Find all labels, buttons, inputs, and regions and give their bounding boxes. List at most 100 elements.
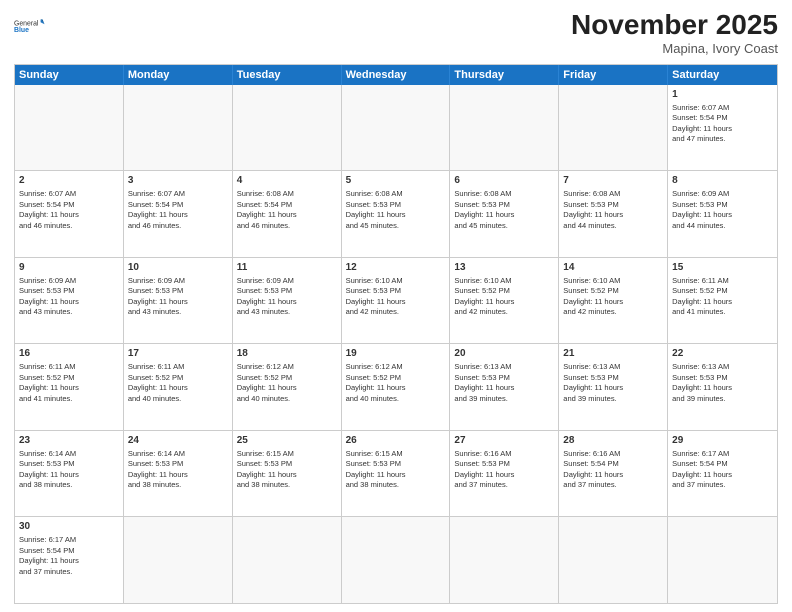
- calendar-cell: 26Sunrise: 6:15 AM Sunset: 5:53 PM Dayli…: [342, 431, 451, 517]
- svg-text:Blue: Blue: [14, 27, 29, 34]
- cell-info: Sunrise: 6:07 AM Sunset: 5:54 PM Dayligh…: [672, 103, 773, 145]
- cell-info: Sunrise: 6:12 AM Sunset: 5:52 PM Dayligh…: [237, 362, 337, 404]
- cell-info: Sunrise: 6:09 AM Sunset: 5:53 PM Dayligh…: [19, 276, 119, 318]
- calendar-cell: 27Sunrise: 6:16 AM Sunset: 5:53 PM Dayli…: [450, 431, 559, 517]
- calendar-cell: 21Sunrise: 6:13 AM Sunset: 5:53 PM Dayli…: [559, 344, 668, 430]
- calendar-cell: [450, 85, 559, 171]
- cell-info: Sunrise: 6:09 AM Sunset: 5:53 PM Dayligh…: [672, 189, 773, 231]
- day-number: 28: [563, 434, 663, 448]
- day-number: 14: [563, 261, 663, 275]
- calendar-cell: [559, 85, 668, 171]
- logo: General Blue: [14, 10, 46, 42]
- day-number: 20: [454, 347, 554, 361]
- day-number: 8: [672, 174, 773, 188]
- calendar-cell: 17Sunrise: 6:11 AM Sunset: 5:52 PM Dayli…: [124, 344, 233, 430]
- calendar-row: 23 Sunrise: 6:14 AM Sunset: 5:53 PM Dayli…: [15, 430, 777, 517]
- day-number: 18: [237, 347, 337, 361]
- cell-info: Sunrise: 6:11 AM Sunset: 5:52 PM Dayligh…: [672, 276, 773, 318]
- cell-info: Sunrise: 6:13 AM Sunset: 5:53 PM Dayligh…: [454, 362, 554, 404]
- calendar-cell: 22Sunrise: 6:13 AM Sunset: 5:53 PM Dayli…: [668, 344, 777, 430]
- calendar-cell: 23Sunrise: 6:14 AM Sunset: 5:53 PM Dayli…: [15, 431, 124, 517]
- calendar-cell: [15, 85, 124, 171]
- day-number: 19: [346, 347, 446, 361]
- calendar-cell: 13Sunrise: 6:10 AM Sunset: 5:52 PM Dayli…: [450, 258, 559, 344]
- weekday-header: Thursday: [450, 65, 559, 85]
- calendar-cell: 25Sunrise: 6:15 AM Sunset: 5:53 PM Dayli…: [233, 431, 342, 517]
- cell-info: Sunrise: 6:07 AM Sunset: 5:54 PM Dayligh…: [19, 189, 119, 231]
- cell-info: Sunrise: 6:08 AM Sunset: 5:54 PM Dayligh…: [237, 189, 337, 231]
- header: General Blue November 2025 Mapina, Ivory…: [14, 10, 778, 56]
- day-number: 11: [237, 261, 337, 275]
- cell-info: Sunrise: 6:08 AM Sunset: 5:53 PM Dayligh…: [454, 189, 554, 231]
- svg-text:General: General: [14, 20, 39, 27]
- cell-info: Sunrise: 6:14 AM Sunset: 5:53 PM Dayligh…: [128, 449, 228, 491]
- cell-info: Sunrise: 6:15 AM Sunset: 5:53 PM Dayligh…: [346, 449, 446, 491]
- calendar-body: 1Sunrise: 6:07 AM Sunset: 5:54 PM Daylig…: [15, 85, 777, 603]
- cell-info: Sunrise: 6:13 AM Sunset: 5:53 PM Dayligh…: [563, 362, 663, 404]
- calendar-cell: 14Sunrise: 6:10 AM Sunset: 5:52 PM Dayli…: [559, 258, 668, 344]
- calendar-cell: 4Sunrise: 6:08 AM Sunset: 5:54 PM Daylig…: [233, 171, 342, 257]
- cell-info: Sunrise: 6:10 AM Sunset: 5:52 PM Dayligh…: [454, 276, 554, 318]
- calendar-cell: 7Sunrise: 6:08 AM Sunset: 5:53 PM Daylig…: [559, 171, 668, 257]
- cell-info: Sunrise: 6:11 AM Sunset: 5:52 PM Dayligh…: [128, 362, 228, 404]
- calendar-cell: [233, 517, 342, 603]
- cell-info: Sunrise: 6:07 AM Sunset: 5:54 PM Dayligh…: [128, 189, 228, 231]
- day-number: 2: [19, 174, 119, 188]
- weekday-header: Wednesday: [342, 65, 451, 85]
- day-number: 22: [672, 347, 773, 361]
- cell-info: Sunrise: 6:08 AM Sunset: 5:53 PM Dayligh…: [563, 189, 663, 231]
- calendar-cell: 20Sunrise: 6:13 AM Sunset: 5:53 PM Dayli…: [450, 344, 559, 430]
- day-number: 26: [346, 434, 446, 448]
- calendar-cell: 8Sunrise: 6:09 AM Sunset: 5:53 PM Daylig…: [668, 171, 777, 257]
- calendar-cell: 10Sunrise: 6:09 AM Sunset: 5:53 PM Dayli…: [124, 258, 233, 344]
- cell-info: Sunrise: 6:16 AM Sunset: 5:54 PM Dayligh…: [563, 449, 663, 491]
- day-number: 6: [454, 174, 554, 188]
- calendar-cell: 6Sunrise: 6:08 AM Sunset: 5:53 PM Daylig…: [450, 171, 559, 257]
- calendar-cell: 5Sunrise: 6:08 AM Sunset: 5:53 PM Daylig…: [342, 171, 451, 257]
- calendar-cell: 9Sunrise: 6:09 AM Sunset: 5:53 PM Daylig…: [15, 258, 124, 344]
- calendar-row: 30Sunrise: 6:17 AM Sunset: 5:54 PM Dayli…: [15, 516, 777, 603]
- day-number: 30: [19, 520, 119, 534]
- cell-info: Sunrise: 6:12 AM Sunset: 5:52 PM Dayligh…: [346, 362, 446, 404]
- cell-info: Sunrise: 6:09 AM Sunset: 5:53 PM Dayligh…: [128, 276, 228, 318]
- weekday-header: Monday: [124, 65, 233, 85]
- calendar-header: SundayMondayTuesdayWednesdayThursdayFrid…: [15, 65, 777, 85]
- cell-info: Sunrise: 6:10 AM Sunset: 5:52 PM Dayligh…: [563, 276, 663, 318]
- calendar-cell: 24Sunrise: 6:14 AM Sunset: 5:53 PM Dayli…: [124, 431, 233, 517]
- day-number: 24: [128, 434, 228, 448]
- calendar-cell: 12Sunrise: 6:10 AM Sunset: 5:53 PM Dayli…: [342, 258, 451, 344]
- day-number: 23: [19, 434, 119, 448]
- weekday-header: Sunday: [15, 65, 124, 85]
- calendar-cell: [124, 517, 233, 603]
- cell-info: Sunrise: 6:16 AM Sunset: 5:53 PM Dayligh…: [454, 449, 554, 491]
- calendar-cell: 19Sunrise: 6:12 AM Sunset: 5:52 PM Dayli…: [342, 344, 451, 430]
- day-number: 25: [237, 434, 337, 448]
- cell-info: Sunrise: 6:17 AM Sunset: 5:54 PM Dayligh…: [19, 535, 119, 577]
- calendar-row: 9Sunrise: 6:09 AM Sunset: 5:53 PM Daylig…: [15, 257, 777, 344]
- weekday-header: Friday: [559, 65, 668, 85]
- calendar-cell: 3Sunrise: 6:07 AM Sunset: 5:54 PM Daylig…: [124, 171, 233, 257]
- calendar-cell: [233, 85, 342, 171]
- day-number: 1: [672, 88, 773, 102]
- day-number: 21: [563, 347, 663, 361]
- calendar-cell: 16Sunrise: 6:11 AM Sunset: 5:52 PM Dayli…: [15, 344, 124, 430]
- calendar-cell: 1Sunrise: 6:07 AM Sunset: 5:54 PM Daylig…: [668, 85, 777, 171]
- day-number: 27: [454, 434, 554, 448]
- title-block: November 2025 Mapina, Ivory Coast: [571, 10, 778, 56]
- calendar-cell: 29Sunrise: 6:17 AM Sunset: 5:54 PM Dayli…: [668, 431, 777, 517]
- calendar-cell: 28Sunrise: 6:16 AM Sunset: 5:54 PM Dayli…: [559, 431, 668, 517]
- weekday-header: Saturday: [668, 65, 777, 85]
- calendar-cell: 2Sunrise: 6:07 AM Sunset: 5:54 PM Daylig…: [15, 171, 124, 257]
- day-number: 15: [672, 261, 773, 275]
- weekday-header: Tuesday: [233, 65, 342, 85]
- page: General Blue November 2025 Mapina, Ivory…: [0, 0, 792, 612]
- calendar-row: 1Sunrise: 6:07 AM Sunset: 5:54 PM Daylig…: [15, 85, 777, 171]
- day-number: 9: [19, 261, 119, 275]
- cell-info: Sunrise: 6:08 AM Sunset: 5:53 PM Dayligh…: [346, 189, 446, 231]
- cell-info: Sunrise: 6:15 AM Sunset: 5:53 PM Dayligh…: [237, 449, 337, 491]
- logo-icon: General Blue: [14, 10, 46, 42]
- day-number: 7: [563, 174, 663, 188]
- calendar-cell: [124, 85, 233, 171]
- day-number: 5: [346, 174, 446, 188]
- month-title: November 2025: [571, 10, 778, 41]
